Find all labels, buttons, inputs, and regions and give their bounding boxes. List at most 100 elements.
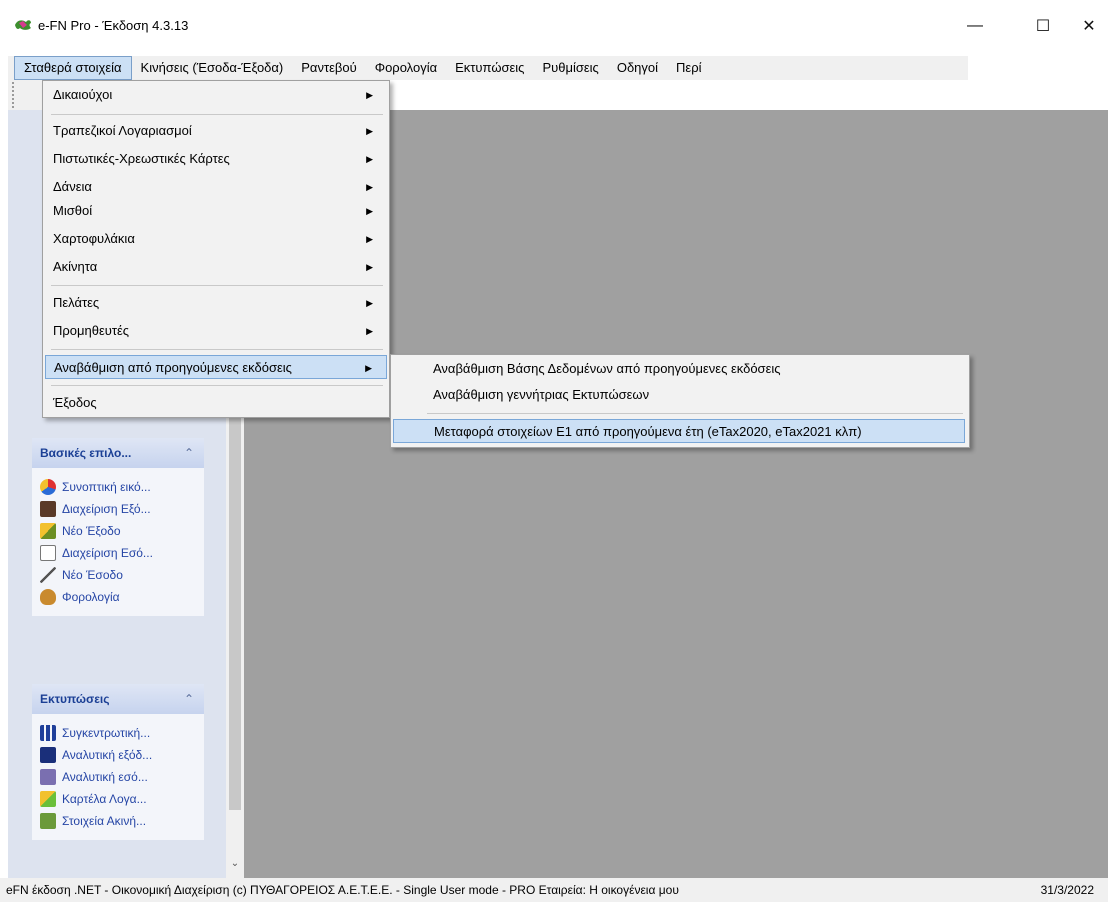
submenu-arrow-icon: ▶ (366, 126, 373, 136)
menu-item-salaries[interactable]: Μισθοί ▶ (45, 199, 387, 223)
menu-settings[interactable]: Ρυθμίσεις (533, 56, 607, 80)
submenu-item-db-upgrade[interactable]: Αναβάθμιση Βάσης Δεδομένων από προηγούμε… (393, 357, 965, 381)
status-bar: eFN έκδοση .NET - Οικονομική Διαχείριση … (0, 878, 1108, 902)
nav-summary-report[interactable]: Συγκεντρωτική... (40, 722, 204, 744)
card-icon (40, 791, 56, 807)
menu-item-properties[interactable]: Ακίνητα ▶ (45, 255, 387, 279)
maximize-button[interactable]: ☐ (1020, 10, 1066, 42)
submenu-arrow-icon: ▶ (366, 90, 373, 100)
menu-item-label: Ακίνητα (53, 259, 98, 274)
menu-transactions[interactable]: Κινήσεις (Έσοδα-Έξοδα) (132, 56, 293, 80)
menu-item-label: Αναβάθμιση από προηγούμενες εκδόσεις (54, 360, 292, 375)
nav-manage-expenses[interactable]: Διαχείριση Εξό... (40, 498, 204, 520)
nav-summary[interactable]: Συνοπτική εικό... (40, 476, 204, 498)
nav-label: Φορολογία (62, 590, 120, 604)
menu-taxation[interactable]: Φορολογία (366, 56, 446, 80)
submenu-arrow-icon: ▶ (366, 262, 373, 272)
bar-chart-icon (40, 725, 56, 741)
nav-label: Καρτέλα Λογα... (62, 792, 147, 806)
nav-new-income[interactable]: Νέο Έσοδο (40, 564, 204, 586)
scroll-down-icon[interactable]: ⌄ (229, 858, 241, 872)
nav-new-expense[interactable]: Νέο Έξοδο (40, 520, 204, 542)
basic-options-header[interactable]: Βασικές επιλο... ⌃ (32, 438, 204, 468)
submenu-arrow-icon: ▶ (366, 206, 373, 216)
menu-item-label: Δικαιούχοι (53, 87, 113, 102)
collapse-chevron-icon[interactable]: ⌃ (184, 438, 194, 468)
submenu-arrow-icon: ▶ (366, 182, 373, 192)
menu-item-bank-accounts[interactable]: Τραπεζικοί Λογαριασμοί ▶ (45, 119, 387, 143)
basic-options-group: Βασικές επιλο... ⌃ Συνοπτική εικό... Δια… (32, 438, 204, 616)
report-icon (40, 747, 56, 763)
collapse-chevron-icon[interactable]: ⌃ (184, 684, 194, 714)
submenu-arrow-icon: ▶ (366, 154, 373, 164)
menu-item-customers[interactable]: Πελάτες ▶ (45, 291, 387, 315)
title-bar: e-FN Pro - Έκδοση 4.3.13 — ☐ ✕ (0, 10, 1108, 42)
wallet-icon (40, 501, 56, 517)
menu-item-label: Προμηθευτές (53, 323, 130, 338)
nav-label: Συνοπτική εικό... (62, 480, 151, 494)
menu-appointments[interactable]: Ραντεβού (292, 56, 365, 80)
menu-item-suppliers[interactable]: Προμηθευτές ▶ (45, 319, 387, 343)
nav-property-data[interactable]: Στοιχεία Ακινή... (40, 810, 204, 832)
submenu-arrow-icon: ▶ (366, 234, 373, 244)
submenu-arrow-icon: ▶ (365, 363, 372, 373)
nav-label: Διαχείριση Εσό... (62, 546, 153, 560)
submenu-item-e1-transfer[interactable]: Μεταφορά στοιχείων Ε1 από προηγούμενα έτ… (393, 419, 965, 443)
toolbar-grip[interactable] (12, 82, 16, 108)
menu-item-label: Μισθοί (53, 203, 93, 218)
prints-header[interactable]: Εκτυπώσεις ⌃ (32, 684, 204, 714)
close-button[interactable]: ✕ (1066, 10, 1108, 42)
menu-item-label: Έξοδος (53, 395, 97, 410)
list-icon (40, 545, 56, 561)
menu-item-label: Δάνεια (53, 179, 92, 194)
menu-separator (51, 349, 383, 350)
menu-item-beneficiaries[interactable]: Δικαιούχοι ▶ (45, 83, 387, 107)
minimize-button[interactable]: — (952, 10, 998, 42)
menu-wizards[interactable]: Οδηγοί (608, 56, 667, 80)
menu-item-loans[interactable]: Δάνεια ▶ (45, 175, 387, 199)
window-title: e-FN Pro - Έκδοση 4.3.13 (38, 18, 189, 33)
menu-item-upgrade[interactable]: Αναβάθμιση από προηγούμενες εκδόσεις ▶ (45, 355, 387, 379)
nav-detailed-income[interactable]: Αναλυτική εσό... (40, 766, 204, 788)
money-bag-icon (40, 589, 56, 605)
nav-label: Στοιχεία Ακινή... (62, 814, 147, 828)
menu-item-label: Χαρτοφυλάκια (53, 231, 135, 246)
menu-item-label: Τραπεζικοί Λογαριασμοί (53, 123, 192, 138)
house-icon (40, 813, 56, 829)
nav-label: Αναλυτική εξόδ... (62, 748, 153, 762)
pencil-icon (40, 523, 56, 539)
nav-taxation[interactable]: Φορολογία (40, 586, 204, 608)
top-strip (388, 80, 1108, 110)
menu-item-portfolios[interactable]: Χαρτοφυλάκια ▶ (45, 227, 387, 251)
menu-bar: Σταθερά στοιχεία Κινήσεις (Έσοδα-Έξοδα) … (8, 56, 968, 80)
nav-detailed-expenses[interactable]: Αναλυτική εξόδ... (40, 744, 204, 766)
menu-separator (51, 114, 383, 115)
chart-line-icon (40, 567, 56, 583)
pie-icon (40, 479, 56, 495)
menu-separator (51, 285, 383, 286)
upgrade-submenu: Αναβάθμιση Βάσης Δεδομένων από προηγούμε… (390, 354, 970, 448)
menu-item-label: Πιστωτικές-Χρεωστικές Κάρτες (53, 151, 230, 166)
nav-manage-income[interactable]: Διαχείριση Εσό... (40, 542, 204, 564)
app-logo-icon (14, 17, 32, 33)
menu-item-exit[interactable]: Έξοδος (45, 391, 387, 415)
nav-account-card[interactable]: Καρτέλα Λογα... (40, 788, 204, 810)
nav-label: Νέο Έσοδο (62, 568, 123, 582)
group-title: Βασικές επιλο... (40, 446, 132, 460)
submenu-arrow-icon: ▶ (366, 298, 373, 308)
status-date: 31/3/2022 (1040, 883, 1094, 897)
group-title: Εκτυπώσεις (40, 692, 110, 706)
prints-group: Εκτυπώσεις ⌃ Συγκεντρωτική... Αναλυτική … (32, 684, 204, 840)
submenu-arrow-icon: ▶ (366, 326, 373, 336)
report-in-icon (40, 769, 56, 785)
submenu-item-report-generator-upgrade[interactable]: Αναβάθμιση γεννήτριας Εκτυπώσεων (393, 383, 965, 407)
menu-fixed-data[interactable]: Σταθερά στοιχεία (14, 56, 132, 80)
menu-about[interactable]: Περί (667, 56, 710, 80)
menu-prints[interactable]: Εκτυπώσεις (446, 56, 533, 80)
fixed-data-dropdown: Δικαιούχοι ▶ Τραπεζικοί Λογαριασμοί ▶ Πι… (42, 80, 390, 418)
menu-item-cards[interactable]: Πιστωτικές-Χρεωστικές Κάρτες ▶ (45, 147, 387, 171)
menu-item-label: Πελάτες (53, 295, 100, 310)
status-text: eFN έκδοση .NET - Οικονομική Διαχείριση … (6, 883, 679, 897)
nav-label: Διαχείριση Εξό... (62, 502, 151, 516)
nav-label: Νέο Έξοδο (62, 524, 121, 538)
